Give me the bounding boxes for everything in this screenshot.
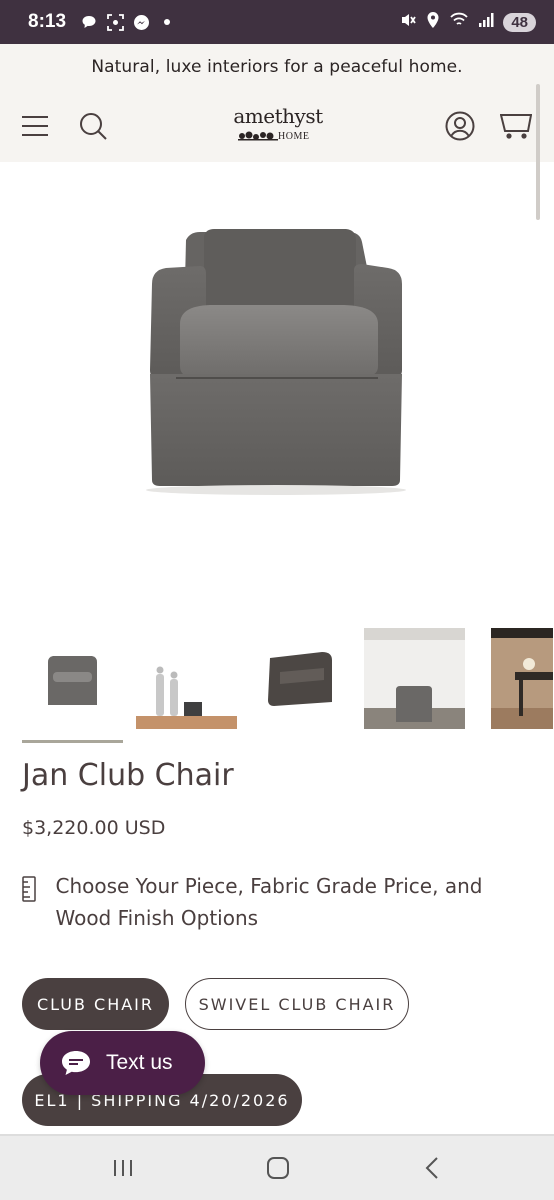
logo-subtext: HOME <box>278 131 310 142</box>
cart-icon <box>500 114 532 139</box>
thumbnail-chair-angle <box>250 628 351 729</box>
option-swivel-club-chair-label: SWIVEL CLUB CHAIR <box>198 994 396 1014</box>
home-button[interactable] <box>260 1150 296 1186</box>
wifi-icon <box>449 12 469 32</box>
thumbnail-1[interactable] <box>22 628 123 729</box>
product-title: Jan Club Chair <box>22 758 234 793</box>
thumbnail-selected-indicator <box>22 740 123 743</box>
chat-bubble-icon <box>80 13 98 31</box>
option-club-chair-label: CLUB CHAIR <box>36 994 155 1014</box>
status-time: 8:13 <box>28 11 67 32</box>
armchair-image <box>146 229 406 495</box>
system-nav-bar <box>0 1136 554 1200</box>
site-header: amethyst HOME <box>0 90 554 162</box>
back-button[interactable] <box>415 1150 451 1186</box>
mute-icon <box>399 11 417 33</box>
thumbnail-5[interactable] <box>491 628 553 729</box>
thumbnail-2[interactable] <box>136 628 237 729</box>
recent-apps-icon <box>114 1160 132 1176</box>
product-main-image[interactable] <box>0 162 554 612</box>
menu-icon <box>22 116 48 136</box>
options-note: Choose Your Piece, Fabric Grade Price, a… <box>22 870 532 934</box>
account-button[interactable] <box>442 108 478 144</box>
option-swivel-club-chair[interactable]: SWIVEL CLUB CHAIR <box>185 978 409 1030</box>
announcement-bar: Natural, luxe interiors for a peaceful h… <box>0 44 554 90</box>
chat-icon <box>62 1051 90 1075</box>
dot-icon <box>158 13 176 31</box>
recent-apps-button[interactable] <box>105 1150 141 1186</box>
product-thumbnails <box>22 626 554 746</box>
battery-indicator: 48 <box>503 12 536 32</box>
status-bar: 8:13 48 <box>0 0 554 44</box>
thumbnail-3[interactable] <box>250 628 351 729</box>
floral-logo-icon <box>238 131 278 141</box>
thumbnail-store-scene <box>491 628 553 729</box>
thumbnail-room-scene <box>364 628 465 729</box>
thumbnail-4[interactable] <box>364 628 465 729</box>
messenger-icon <box>132 13 150 31</box>
search-icon <box>80 113 107 140</box>
signal-icon <box>478 12 494 32</box>
product-price: $3,220.00 USD <box>22 817 166 839</box>
menu-button[interactable] <box>17 108 53 144</box>
back-icon <box>425 1157 438 1179</box>
cart-button[interactable] <box>498 108 534 144</box>
status-system-icons: 48 <box>399 11 536 33</box>
thumbnail-chair-front <box>22 628 123 729</box>
options-note-text: Choose Your Piece, Fabric Grade Price, a… <box>55 874 483 930</box>
option-club-chair[interactable]: CLUB CHAIR <box>22 978 169 1030</box>
location-icon <box>426 11 440 33</box>
screenshot-icon <box>106 13 124 31</box>
status-notification-icons <box>80 13 176 31</box>
home-icon <box>267 1157 289 1179</box>
search-button[interactable] <box>75 108 111 144</box>
announcement-text: Natural, luxe interiors for a peaceful h… <box>91 57 463 77</box>
logo-wordmark: amethyst <box>233 104 323 128</box>
account-icon <box>445 111 475 141</box>
ruler-icon <box>22 870 41 934</box>
thumbnail-scale-figures <box>136 628 237 729</box>
text-us-button[interactable]: Text us <box>40 1031 205 1095</box>
text-us-label: Text us <box>106 1051 173 1074</box>
site-logo[interactable]: amethyst HOME <box>232 106 324 148</box>
